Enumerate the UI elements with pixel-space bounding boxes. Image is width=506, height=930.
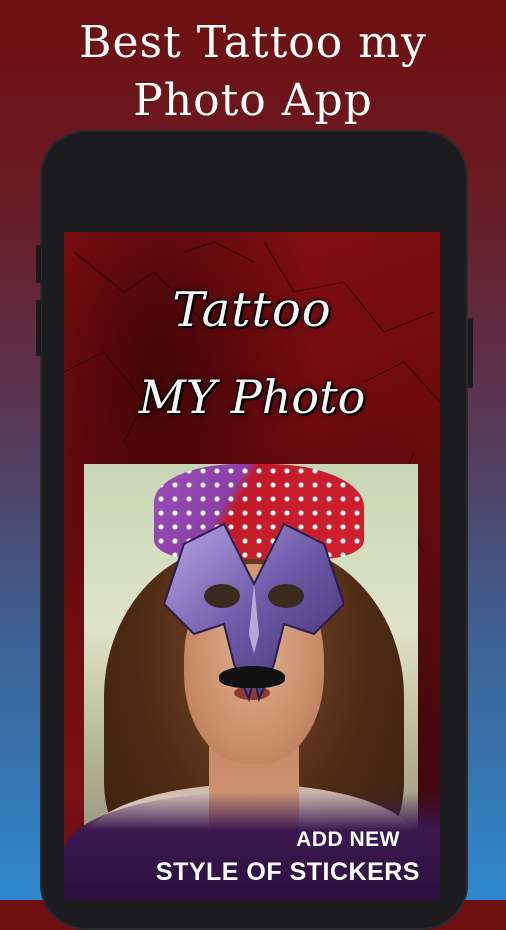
volume-up-button [36,245,41,283]
promo-headline: Best Tattoo my Photo App [0,14,506,130]
promo-headline-line2: Photo App [133,75,373,126]
promo-headline-line1: Best Tattoo my [79,17,427,68]
banner-line2: STYLE OF STICKERS [155,858,420,886]
app-title-line2: MY Photo [138,370,366,424]
banner-line1: ADD NEW [296,828,400,851]
power-button [468,318,473,388]
app-title-line1: Tattoo [172,282,332,338]
phone-screen: Tattoo MY Photo ADD NEW STYLE OF STICKER… [64,232,440,900]
mustache-sticker[interactable] [219,666,285,688]
volume-down-button [36,300,41,356]
